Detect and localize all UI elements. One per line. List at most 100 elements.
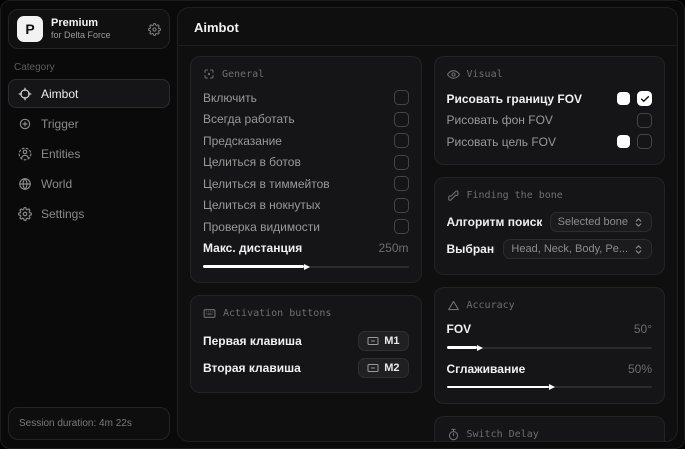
panel-switch-delay-header: Switch Delay xyxy=(447,428,653,441)
selected-bones-select[interactable]: Head, Neck, Body, Pe... xyxy=(503,239,652,259)
right-column: Visual Рисовать границу FOV Рисовать фон… xyxy=(433,56,665,441)
content: General Включить Всегда работать Предска… xyxy=(178,46,677,441)
panel-activation-header: Activation buttons xyxy=(203,307,409,320)
setting-row: FOV 50° xyxy=(447,319,653,341)
main-panel: Aimbot General Включить Всегда работать … xyxy=(177,7,678,442)
session-duration: Session duration: 4m 22s xyxy=(19,418,132,429)
app-window: P Premium for Delta Force Category Aimbo… xyxy=(0,0,685,449)
gear-icon[interactable] xyxy=(148,22,161,36)
fov-slider[interactable] xyxy=(446,343,652,352)
eye-icon xyxy=(446,68,460,81)
setting-value: 50° xyxy=(633,322,652,337)
panel-bone-header: Finding the bone xyxy=(447,189,653,202)
stopwatch-icon xyxy=(447,428,460,441)
setting-label: Рисовать фон FOV xyxy=(446,113,553,128)
keyboard-icon xyxy=(367,362,379,374)
checkbox[interactable] xyxy=(393,197,409,213)
left-column: General Включить Всегда работать Предска… xyxy=(190,56,422,431)
brand-title: Premium xyxy=(51,17,99,29)
sidebar: P Premium for Delta Force Category Aimbo… xyxy=(1,1,177,448)
keybind-button-secondary[interactable]: M2 xyxy=(358,357,409,378)
panel-title: General xyxy=(222,68,265,80)
setting-row: Рисовать фон FOV xyxy=(446,110,652,132)
setting-row: Рисовать границу FOV xyxy=(447,88,652,110)
smoothing-slider[interactable] xyxy=(446,383,652,392)
globe-icon xyxy=(18,177,32,191)
keybind-value: M2 xyxy=(384,361,400,374)
setting-label: Рисовать цель FOV xyxy=(446,134,557,149)
category-label: Category xyxy=(14,62,55,73)
keybind-value: M1 xyxy=(384,334,400,347)
setting-label: Первая клавиша xyxy=(203,333,302,348)
brand-card: P Premium for Delta Force xyxy=(8,9,170,49)
sidebar-item-label: Aimbot xyxy=(41,86,79,101)
slider-fill xyxy=(446,346,478,349)
checkbox[interactable] xyxy=(393,154,409,170)
setting-row: Целиться в нокнутых xyxy=(203,195,409,217)
panel-activation-buttons: Activation buttons Первая клавиша M1 Вто… xyxy=(190,295,422,393)
setting-row: Первая клавиша M1 xyxy=(203,327,409,354)
unfold-icon xyxy=(633,217,644,228)
keybind-button-primary[interactable]: M1 xyxy=(358,330,409,351)
panel-general-header: General xyxy=(203,68,409,80)
panel-accuracy-header: Accuracy xyxy=(447,299,653,312)
sidebar-item-label: Trigger xyxy=(41,116,79,131)
setting-row: Рисовать цель FOV xyxy=(446,131,652,153)
sidebar-item-settings[interactable]: Settings xyxy=(8,199,170,228)
color-swatch[interactable] xyxy=(617,135,630,149)
target-plus-icon xyxy=(18,117,32,131)
setting-row: Предсказание xyxy=(203,130,409,152)
sidebar-nav: Aimbot Trigger Entities World Settings xyxy=(8,79,170,228)
max-distance-slider[interactable] xyxy=(203,262,409,271)
setting-label: FOV xyxy=(446,322,472,337)
setting-label: Включить xyxy=(203,90,257,105)
setting-label: Вторая клавиша xyxy=(203,360,301,375)
sidebar-item-entities[interactable]: Entities xyxy=(8,139,170,168)
triangle-icon xyxy=(447,299,460,312)
setting-label: Макс. дистанция xyxy=(203,241,303,256)
setting-label: Целиться в тиммейтов xyxy=(203,176,330,191)
setting-label: Всегда работать xyxy=(203,112,295,127)
checkbox[interactable] xyxy=(637,91,652,107)
bone-icon xyxy=(447,189,460,202)
checkbox[interactable] xyxy=(393,90,409,106)
panel-title: Accuracy xyxy=(466,299,515,311)
setting-label: Выбранные кос xyxy=(446,242,496,256)
bone-algorithm-select[interactable]: Selected bone xyxy=(549,212,652,232)
setting-value: 250m xyxy=(378,241,409,256)
panel-visual-header: Visual xyxy=(446,68,653,81)
checkbox[interactable] xyxy=(637,134,652,150)
sidebar-item-label: World xyxy=(41,176,73,191)
session-card: Session duration: 4m 22s xyxy=(8,407,170,440)
sidebar-item-world[interactable]: World xyxy=(8,169,170,198)
sidebar-item-trigger[interactable]: Trigger xyxy=(8,109,170,138)
setting-row: Выбранные кос Head, Neck, Body, Pe... xyxy=(446,236,652,263)
checkbox[interactable] xyxy=(393,176,409,192)
checkbox[interactable] xyxy=(393,219,409,235)
person-scan-icon xyxy=(18,147,32,161)
setting-label: Целиться в нокнутых xyxy=(203,198,321,213)
setting-row: Вторая клавиша M2 xyxy=(203,354,409,381)
setting-row: Макс. дистанция 250m xyxy=(203,238,409,260)
slider-fill xyxy=(203,265,304,268)
sidebar-item-aimbot[interactable]: Aimbot xyxy=(8,79,170,108)
setting-label: Целиться в ботов xyxy=(203,155,301,170)
checkbox[interactable] xyxy=(393,133,409,149)
setting-row: Проверка видимости xyxy=(203,216,409,238)
panel-title: Switch Delay xyxy=(466,428,539,440)
panel-visual: Visual Рисовать границу FOV Рисовать фон… xyxy=(433,56,665,165)
panel-accuracy: Accuracy FOV 50° Сглаживание 50% xyxy=(433,286,665,404)
color-swatch[interactable] xyxy=(617,92,630,106)
checkbox[interactable] xyxy=(637,112,652,128)
panel-finding-the-bone: Finding the bone Алгоритм поиска кост Se… xyxy=(433,176,665,275)
sidebar-item-label: Entities xyxy=(41,146,81,161)
brand-text: Premium for Delta Force xyxy=(51,17,140,41)
page-title: Aimbot xyxy=(178,8,677,46)
select-value: Head, Neck, Body, Pe... xyxy=(511,243,628,255)
sidebar-item-label: Settings xyxy=(41,206,85,221)
setting-value: 50% xyxy=(627,361,652,376)
crosshair-icon xyxy=(18,87,32,101)
setting-row: Всегда работать xyxy=(203,109,409,131)
checkbox[interactable] xyxy=(393,111,409,127)
setting-row: Целиться в тиммейтов xyxy=(203,173,409,195)
